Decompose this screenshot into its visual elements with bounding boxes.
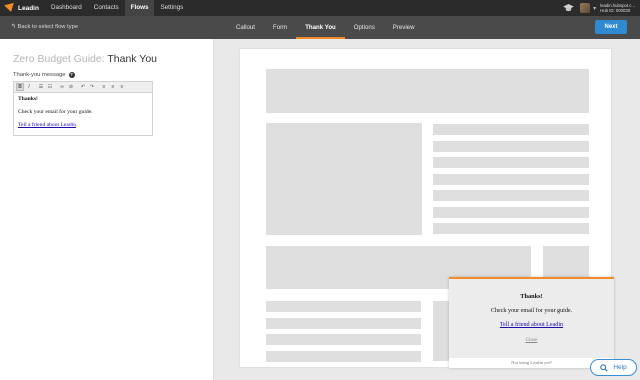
message-label-text: Thank-you message	[13, 72, 66, 78]
placeholder-line	[433, 223, 589, 234]
placeholder-line	[266, 334, 421, 345]
align-center-icon[interactable]: ≡	[109, 83, 117, 91]
align-left-icon[interactable]: ≡	[100, 83, 108, 91]
hub-id: Hub ID: 000030	[600, 8, 631, 13]
rich-text-editor[interactable]: B I ☰ ☷ ∞ ⊘ ↶ ↷ ≡ ≡ ≡ Thanks! Check your…	[13, 81, 153, 136]
placeholder-line	[266, 301, 421, 312]
nav-settings[interactable]: Settings	[154, 0, 189, 16]
placeholder-image	[266, 123, 422, 235]
back-link-label: Back to select flow type	[17, 24, 79, 30]
placeholder-line	[266, 318, 421, 329]
page-title: Zero Budget Guide: Thank You	[13, 53, 157, 65]
tab-thank-you[interactable]: Thank You	[296, 16, 345, 39]
placeholder-line	[433, 141, 589, 152]
nav-dashboard[interactable]: Dashboard	[45, 0, 88, 16]
popup-body: Check your email for your guide.	[490, 308, 573, 314]
undo-icon[interactable]: ↶	[79, 83, 87, 91]
tab-options[interactable]: Options	[345, 16, 384, 39]
account-area: ▾ leadin.hubspot.c... Hub ID: 000030	[563, 0, 640, 16]
flow-tabs: Callout Form Thank You Options Preview	[227, 16, 423, 39]
nav-contacts[interactable]: Contacts	[88, 0, 125, 16]
popup-card: Thanks! Check your email for your guide.…	[449, 279, 614, 358]
placeholder-line	[433, 207, 589, 218]
editor-toolbar: B I ☰ ☷ ∞ ⊘ ↶ ↷ ≡ ≡ ≡	[14, 82, 152, 93]
brand-name: Leadin	[18, 4, 39, 12]
flow-subnav: ↰ Back to select flow type Callout Form …	[0, 16, 640, 39]
bulleted-list-icon[interactable]: ☰	[37, 83, 45, 91]
tab-callout[interactable]: Callout	[227, 16, 264, 39]
search-icon	[600, 363, 608, 372]
popup-close-link[interactable]: Close	[449, 337, 614, 343]
placeholder-line	[433, 190, 589, 201]
top-nav: Leadin Dashboard Contacts Flows Settings…	[0, 0, 640, 16]
back-link[interactable]: ↰ Back to select flow type	[11, 16, 78, 39]
graduation-cap-icon[interactable]	[563, 4, 574, 12]
placeholder-line	[433, 157, 589, 168]
editor-panel: Zero Budget Guide: Thank You Thank-you m…	[0, 39, 214, 380]
placeholder-hero	[266, 69, 589, 113]
numbered-list-icon[interactable]: ☷	[46, 83, 54, 91]
thank-you-popup: Thanks! Check your email for your guide.…	[449, 277, 614, 368]
help-icon[interactable]: ?	[68, 72, 75, 78]
align-right-icon[interactable]: ≡	[118, 83, 126, 91]
placeholder-line	[266, 351, 421, 362]
leadin-logo-icon	[4, 2, 16, 14]
popup-link[interactable]: Tell a friend about Leadin	[449, 322, 614, 328]
help-label: Help	[613, 364, 627, 371]
avatar[interactable]	[580, 3, 591, 13]
next-button[interactable]: Next	[595, 20, 627, 34]
account-info[interactable]: leadin.hubspot.c... Hub ID: 000030	[600, 3, 640, 13]
brand[interactable]: Leadin	[0, 0, 45, 16]
editor-body-text: Check your email for your guide.	[18, 109, 93, 115]
bold-icon[interactable]: B	[16, 83, 24, 91]
tab-preview[interactable]: Preview	[384, 16, 424, 39]
message-label: Thank-you message ?	[13, 72, 75, 78]
help-button[interactable]: Help	[590, 359, 637, 376]
editor-heading: Thanks!	[18, 96, 38, 102]
link-icon[interactable]: ∞	[58, 83, 66, 91]
flow-name: Zero Budget Guide:	[13, 53, 105, 65]
nav-flows[interactable]: Flows	[124, 0, 155, 16]
chevron-down-icon[interactable]: ▾	[593, 5, 596, 12]
popup-title: Thanks!	[520, 293, 543, 300]
unlink-icon[interactable]: ⊘	[67, 83, 75, 91]
italic-icon[interactable]: I	[25, 83, 33, 91]
step-name: Thank You	[107, 53, 158, 65]
placeholder-line	[433, 174, 589, 185]
tab-form[interactable]: Form	[264, 16, 296, 39]
back-arrow-icon: ↰	[11, 24, 16, 30]
redo-icon[interactable]: ↷	[88, 83, 96, 91]
placeholder-line	[433, 124, 589, 135]
editor-link[interactable]: Tell a friend about Leadin	[18, 122, 148, 128]
editor-content[interactable]: Thanks! Check your email for your guide.…	[14, 93, 152, 138]
